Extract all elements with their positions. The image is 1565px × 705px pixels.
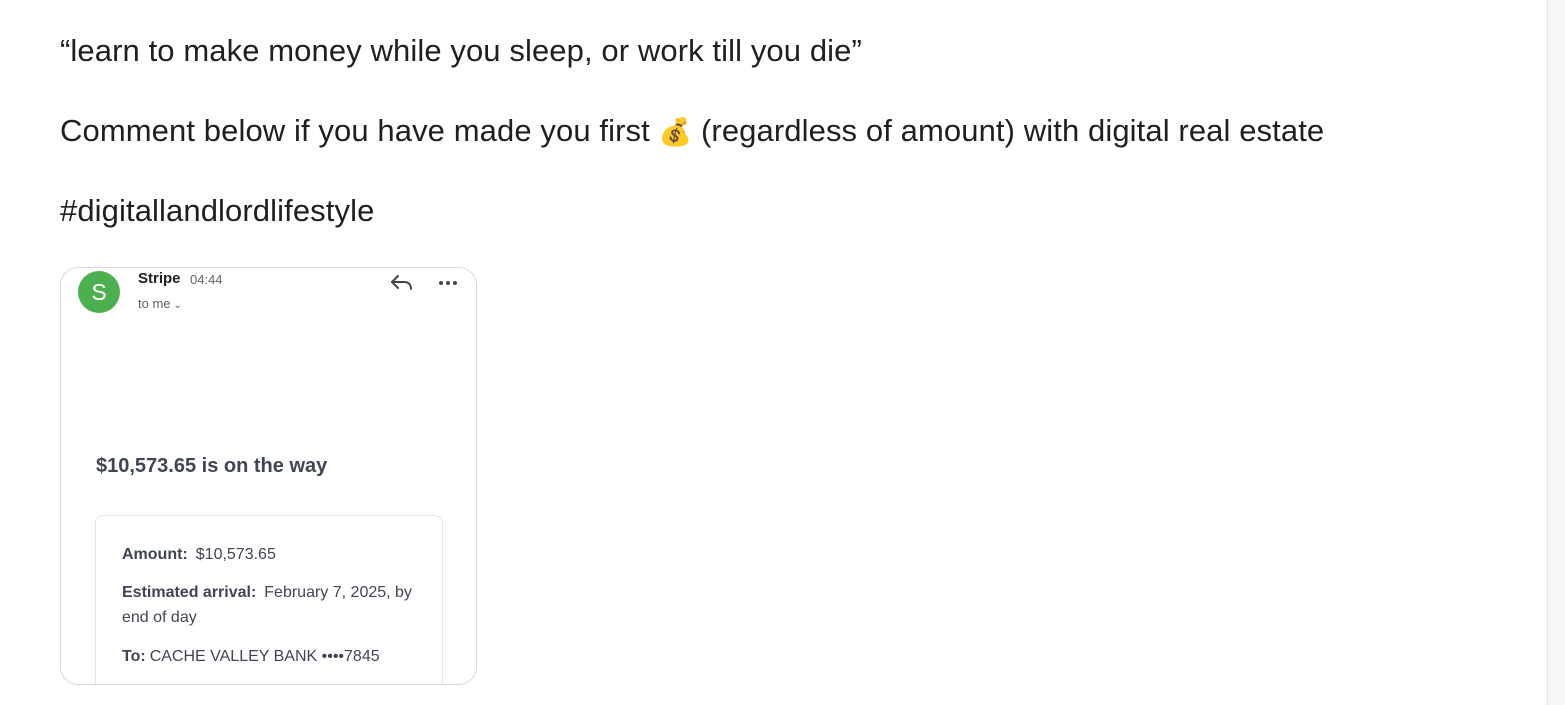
page: “learn to make money while you sleep, or…: [0, 0, 1565, 705]
arrival-row: Estimated arrival: February 7, 2025, by e…: [122, 580, 427, 630]
scrollbar[interactable]: [1547, 0, 1565, 705]
post-hashtag[interactable]: #digitallandlordlifestyle: [60, 191, 374, 231]
destination-value: CACHE VALLEY BANK ••••7845: [149, 648, 380, 665]
post-comment-prompt: Comment below if you have made you first…: [60, 111, 1324, 152]
post-comment-text-before: Comment below if you have made you first: [60, 113, 650, 148]
avatar: S: [78, 271, 120, 313]
amount-value: $10,573.65: [195, 546, 276, 563]
amount-row: Amount: $10,573.65: [122, 542, 276, 567]
reply-icon[interactable]: [389, 272, 415, 294]
more-horizontal-icon[interactable]: [437, 272, 459, 294]
email-recipient-label: to me: [138, 296, 171, 311]
money-bag-icon: 💰: [658, 117, 693, 147]
email-time: 04:44: [190, 272, 223, 287]
amount-label: Amount:: [122, 546, 188, 563]
arrival-label: Estimated arrival:: [122, 584, 257, 601]
post-quote: “learn to make money while you sleep, or…: [60, 33, 862, 68]
email-recipient[interactable]: to me ⌄: [138, 296, 182, 311]
email-sender: Stripe: [138, 270, 181, 287]
destination-row: To: CACHE VALLEY BANK ••••7845: [122, 644, 380, 669]
payout-headline: $10,573.65 is on the way: [96, 455, 328, 477]
post-comment-text-after: (regardless of amount) with digital real…: [700, 113, 1325, 148]
payout-details: Amount: $10,573.65 Estimated arrival: Febr…: [95, 515, 443, 684]
chevron-down-icon: ⌄: [173, 300, 182, 311]
destination-label: To:: [122, 648, 146, 665]
email-screenshot-card[interactable]: S Stripe 04:44 to me ⌄ $10,573.65 is on t…: [60, 267, 477, 685]
